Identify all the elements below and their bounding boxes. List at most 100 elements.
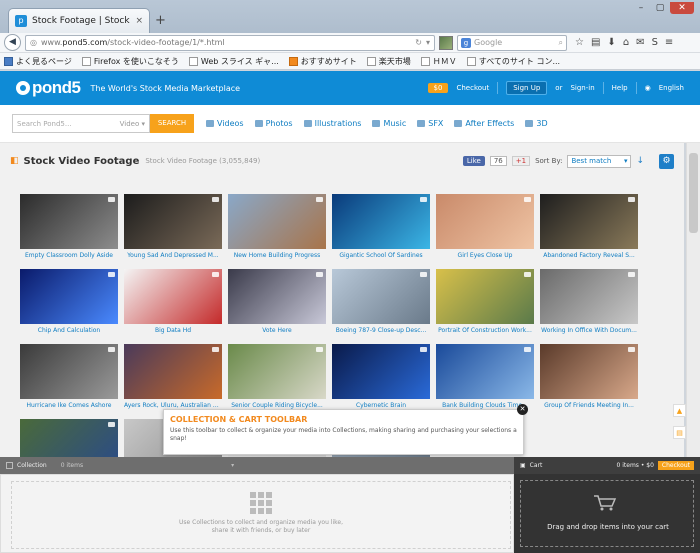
clip-caption[interactable]: Vote Here (228, 327, 326, 334)
clip-caption[interactable]: New Home Building Progress (228, 252, 326, 259)
clip-caption[interactable]: Big Data Hd (124, 327, 222, 334)
clip-caption[interactable]: Abandoned Factory Reveal S... (540, 252, 638, 259)
reload-icon[interactable]: ↻ (415, 38, 422, 47)
menu-icon[interactable]: ≡ (665, 37, 673, 48)
clip-thumbnail[interactable] (20, 269, 118, 324)
bookmark-item[interactable]: Firefox を使いこなそう (81, 56, 179, 67)
pond5-logo[interactable]: pond5 (16, 78, 81, 98)
clip-thumbnail[interactable] (436, 194, 534, 249)
star-icon[interactable]: ☆ (575, 37, 584, 48)
clip-card[interactable]: Girl Eyes Close Up (436, 194, 534, 259)
cart-dropzone[interactable]: Drag and drop items into your cart (514, 474, 700, 553)
skype-icon[interactable]: S (652, 37, 658, 48)
category-music[interactable]: Music (372, 119, 406, 128)
category-videos[interactable]: Videos (206, 119, 244, 128)
clip-card[interactable]: Abandoned Factory Reveal S... (540, 194, 638, 259)
clip-thumbnail[interactable] (436, 344, 534, 399)
clip-caption[interactable]: Gigantic School Of Sardines (332, 252, 430, 259)
clip-thumbnail[interactable] (228, 269, 326, 324)
chat-icon[interactable]: ✉ (636, 37, 644, 48)
clip-thumbnail[interactable] (332, 344, 430, 399)
clip-thumbnail[interactable] (540, 269, 638, 324)
bookmark-item[interactable]: ＨＭＶ (420, 56, 457, 67)
clip-caption[interactable]: Group Of Friends Meeting In... (540, 402, 638, 409)
rss-icon[interactable]: ◧ (10, 156, 19, 166)
clip-card[interactable]: Ayers Rock, Uluru, Australian C... (124, 344, 222, 409)
clip-thumbnail[interactable] (332, 269, 430, 324)
clip-caption[interactable]: Cybernetic Brain (332, 402, 430, 409)
browser-search-field[interactable]: g Google ⌕ (457, 34, 567, 51)
maximize-icon[interactable]: ▢ (651, 2, 669, 14)
clip-thumbnail[interactable] (124, 194, 222, 249)
clip-card[interactable]: New Home Building Progress (228, 194, 326, 259)
clip-thumbnail[interactable] (228, 194, 326, 249)
cart-checkout-button[interactable]: Checkout (657, 461, 694, 470)
category-3d[interactable]: 3D (525, 119, 548, 128)
bookmark-item[interactable]: Web スライス ギャ... (188, 56, 279, 67)
checkout-link[interactable]: Checkout (456, 84, 489, 92)
clip-card[interactable]: Chip And Calculation (20, 269, 118, 334)
bookmark-item[interactable]: おすすめサイト (288, 56, 357, 67)
clip-thumbnail[interactable] (124, 269, 222, 324)
clip-thumbnail[interactable] (540, 194, 638, 249)
clip-caption[interactable]: Girl Eyes Close Up (436, 252, 534, 259)
scroll-up-icon[interactable]: ▲ (673, 404, 686, 417)
sort-direction-icon[interactable]: ↓ (636, 156, 644, 166)
clip-card[interactable]: Senior Couple Riding Bicycle... (228, 344, 326, 409)
bookmark-item[interactable]: 楽天市場 (366, 56, 411, 67)
close-window-icon[interactable]: ✕ (670, 2, 694, 14)
clip-card[interactable]: Hurricane Ike Comes Ashore (20, 344, 118, 409)
search-filter-select[interactable]: Video ▾ (120, 120, 145, 128)
signup-button[interactable]: Sign Up (506, 81, 548, 95)
clip-card[interactable]: Young Sad And Depressed M... (124, 194, 222, 259)
category-illustrations[interactable]: Illustrations (303, 119, 361, 128)
clip-card[interactable]: Portrait Of Construction Work... (436, 269, 534, 334)
clip-thumbnail[interactable] (20, 194, 118, 249)
bookmark-item[interactable]: よく見るページ (4, 56, 72, 67)
clip-card[interactable]: Bank Building Clouds Time... (436, 344, 534, 409)
clip-caption[interactable]: Working In Office With Docum... (540, 327, 638, 334)
cart-header[interactable]: ▣ Cart 0 items • $0 Checkout (514, 457, 700, 474)
expand-arrow-icon[interactable]: ▾ (231, 462, 234, 469)
close-icon[interactable]: ✕ (517, 404, 528, 415)
clip-card[interactable]: Working In Office With Docum... (540, 269, 638, 334)
clip-card[interactable]: Group Of Friends Meeting In... (540, 344, 638, 409)
signin-link[interactable]: Sign-in (570, 84, 594, 92)
back-button[interactable]: ◀ (4, 34, 21, 51)
browser-tab[interactable]: p Stock Footage | Stock ... × (8, 8, 150, 33)
cart-badge[interactable]: $0 (427, 83, 449, 93)
minimize-icon[interactable]: – (632, 2, 650, 14)
profile-thumbnail[interactable] (439, 35, 453, 50)
clip-caption[interactable]: Hurricane Ike Comes Ashore (20, 402, 118, 409)
clip-caption[interactable]: Chip And Calculation (20, 327, 118, 334)
clip-card[interactable]: Cybernetic Brain (332, 344, 430, 409)
language-link[interactable]: English (659, 84, 684, 92)
category-after-effects[interactable]: After Effects (454, 119, 514, 128)
search-icon[interactable]: ⌕ (559, 38, 563, 48)
collection-header[interactable]: Collection 0 items ▾ (0, 457, 514, 474)
clip-card[interactable]: Gigantic School Of Sardines (332, 194, 430, 259)
clip-thumbnail[interactable] (332, 194, 430, 249)
clipboard-icon[interactable]: ▤ (591, 37, 600, 48)
clip-caption[interactable]: Senior Couple Riding Bicycle... (228, 402, 326, 409)
clip-thumbnail[interactable] (20, 344, 118, 399)
category-sfx[interactable]: SFX (417, 119, 443, 128)
clip-thumbnail[interactable] (540, 344, 638, 399)
clip-card[interactable]: Empty Classroom Dolly Aside (20, 194, 118, 259)
filter-icon[interactable]: ▤ (673, 426, 686, 439)
help-link[interactable]: Help (612, 84, 628, 92)
gplus-button[interactable]: +1 (511, 156, 531, 166)
clip-caption[interactable]: Young Sad And Depressed M... (124, 252, 222, 259)
site-search-input[interactable]: Search Pond5... Video ▾ (12, 114, 150, 133)
clip-card[interactable]: Big Data Hd (124, 269, 222, 334)
clip-thumbnail[interactable] (124, 344, 222, 399)
clip-card[interactable]: Vote Here (228, 269, 326, 334)
clip-thumbnail[interactable] (228, 344, 326, 399)
download-icon[interactable]: ⬇ (607, 37, 615, 48)
collection-dropzone[interactable]: Use Collections to collect and organize … (0, 474, 514, 553)
gear-icon[interactable]: ⚙ (659, 153, 674, 169)
sort-select[interactable]: Best match ▾ (567, 154, 632, 168)
clip-caption[interactable]: Ayers Rock, Uluru, Australian C... (124, 402, 222, 409)
clip-card[interactable]: Boeing 787-9 Close-up Desc... (332, 269, 430, 334)
clip-thumbnail[interactable] (436, 269, 534, 324)
